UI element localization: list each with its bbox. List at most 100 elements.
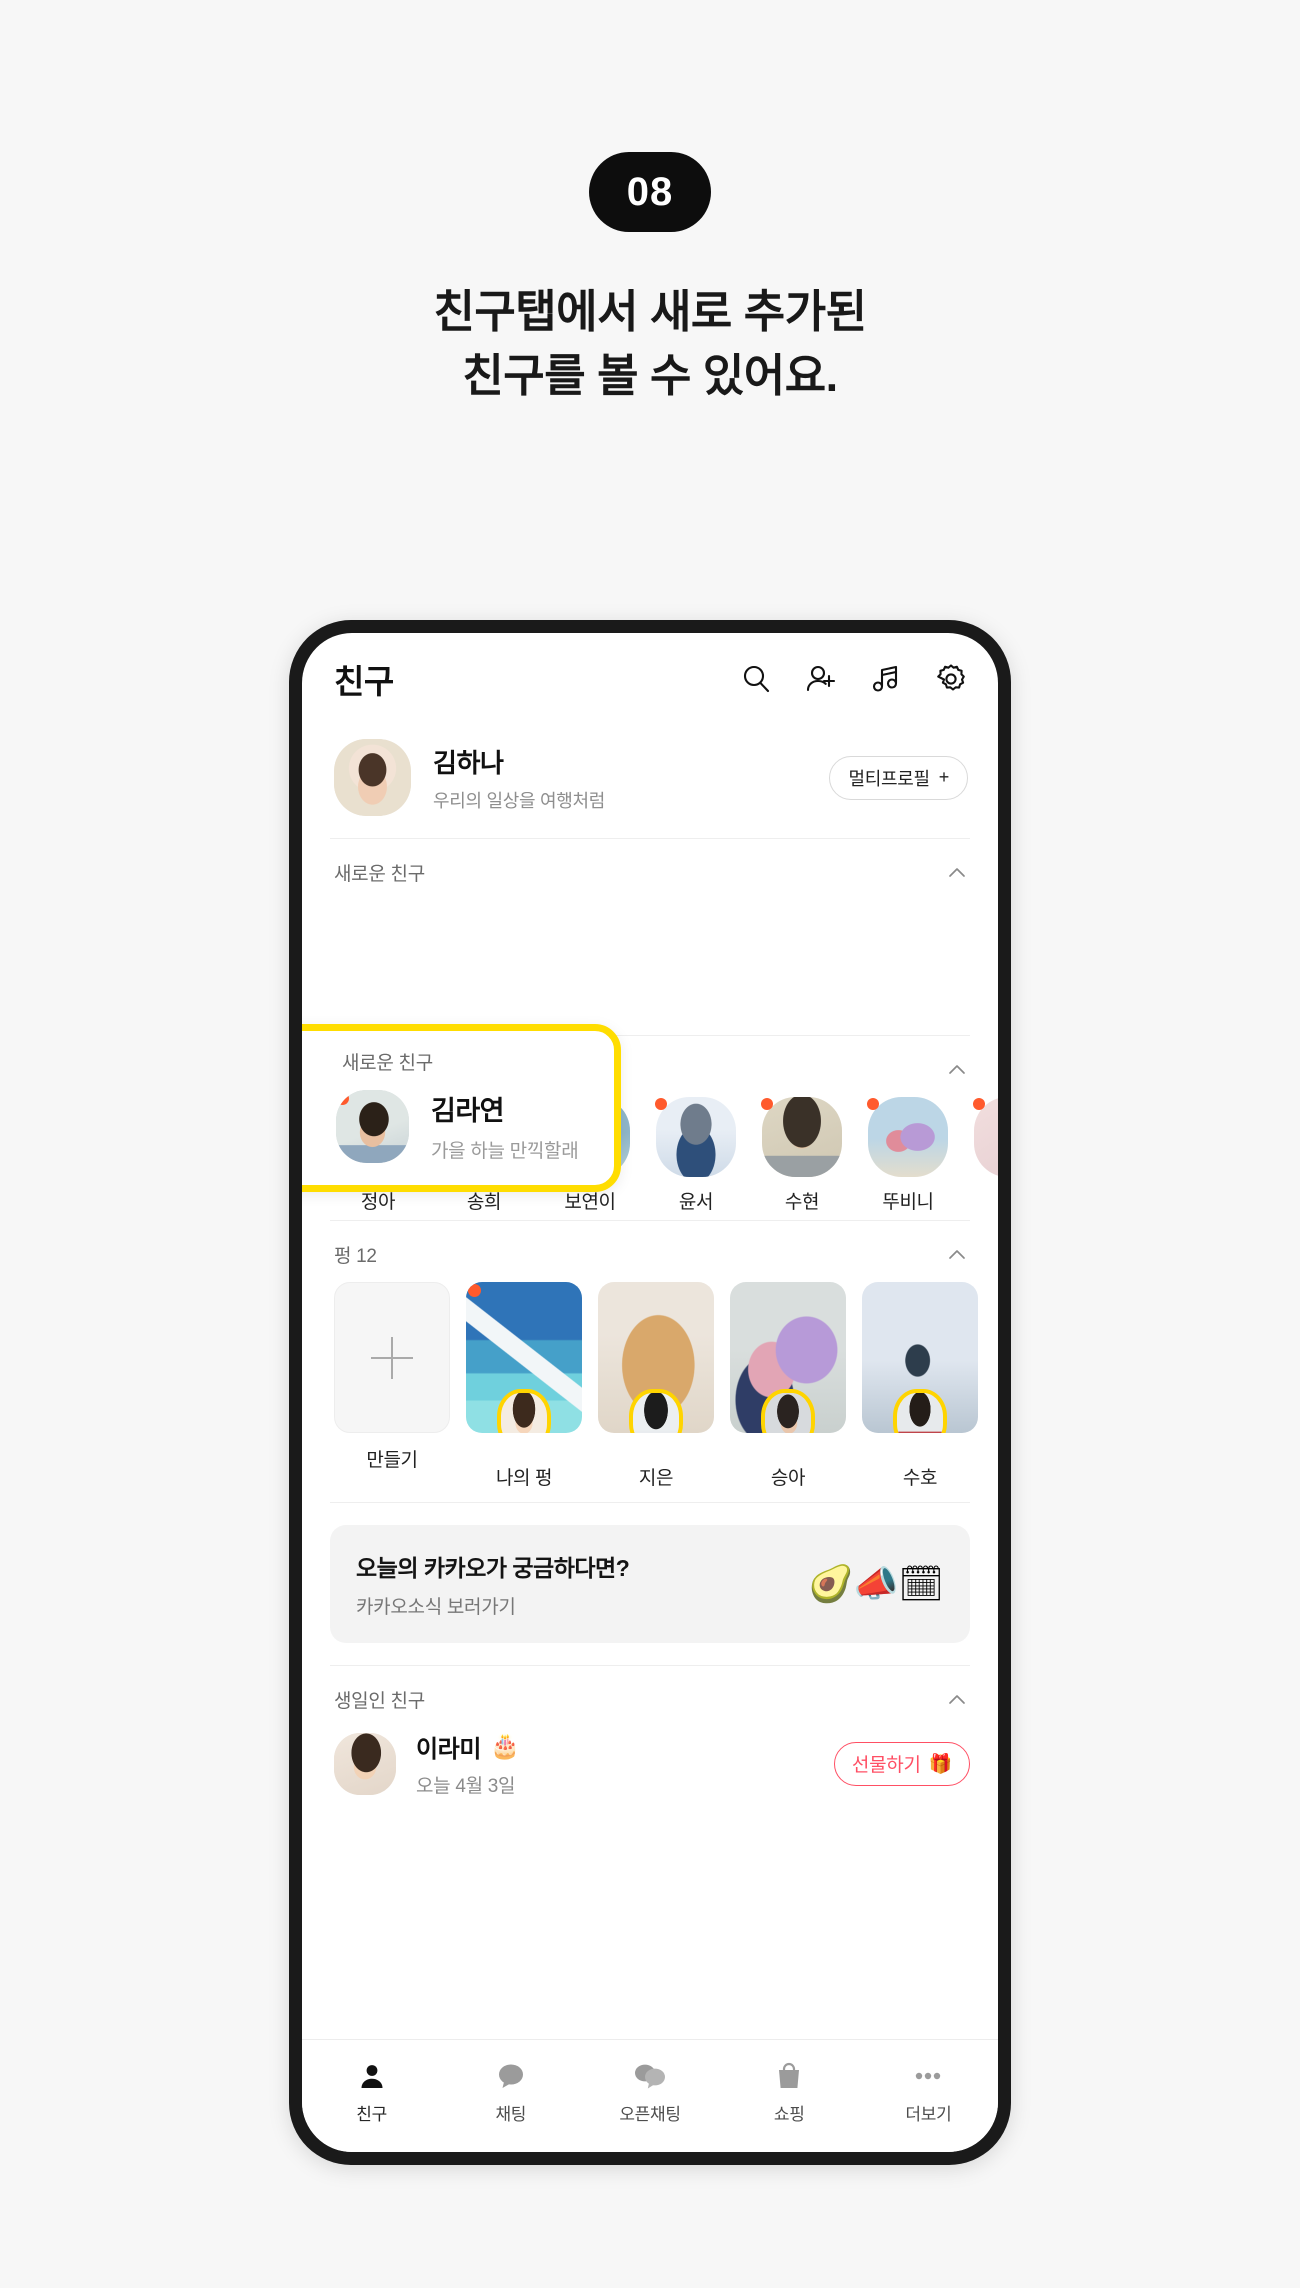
- nav-label: 더보기: [905, 2105, 952, 2124]
- peng-create-card[interactable]: [334, 1282, 450, 1433]
- nav-item-openchat[interactable]: 오픈채팅: [580, 2059, 719, 2125]
- peng-item[interactable]: 지은: [598, 1282, 714, 1490]
- settings-icon[interactable]: [934, 662, 968, 696]
- new-friend-status: 가을 하늘 만끽할래: [431, 1141, 579, 1162]
- list-item-label: 수현: [784, 1192, 820, 1213]
- list-item[interactable]: 윤서: [652, 1097, 740, 1214]
- peng-item-label: 나의 펑: [495, 1468, 553, 1489]
- headline-line-1: 친구탭에서 새로 추가된: [433, 286, 867, 337]
- multi-profile-button[interactable]: 멀티프로필 +: [829, 755, 968, 800]
- chevron-up-icon[interactable]: [946, 1059, 968, 1081]
- birthday-section: 생일인 친구 이라미 🎂 오늘 4월 3일 선물하기 🎁: [302, 1666, 998, 1808]
- new-friends-title-highlight: 새로운 친구: [342, 1053, 433, 1074]
- list-item-label: 뚜비니: [882, 1192, 934, 1213]
- new-badge-dot: [867, 1098, 879, 1110]
- chevron-up-icon[interactable]: [946, 1244, 968, 1266]
- banner-title: 오늘의 카카오가 궁금하다면?: [356, 1555, 630, 1581]
- nav-label: 채팅: [495, 2105, 527, 2124]
- peng-card[interactable]: [598, 1282, 714, 1433]
- app-title: 친구: [334, 663, 394, 700]
- search-icon[interactable]: [739, 662, 773, 696]
- bottom-navigation: 친구 채팅 오픈채팅 쇼핑 더보기: [302, 2039, 998, 2152]
- banner-emoji-group: 🥑📣🗓: [808, 1563, 944, 1604]
- headline-line-2: 친구를 볼 수 있어요.: [462, 349, 838, 401]
- app-header: 친구: [302, 633, 998, 725]
- peng-card[interactable]: [730, 1282, 846, 1433]
- chat-bubble-icon: [441, 2059, 580, 2093]
- peng-item-label: 지은: [638, 1468, 674, 1489]
- open-chat-icon: [580, 2059, 719, 2093]
- nav-item-chat[interactable]: 채팅: [441, 2059, 580, 2125]
- peng-item[interactable]: 승아: [730, 1282, 846, 1490]
- peng-item[interactable]: 나의 펑: [466, 1282, 582, 1490]
- peng-item-label: 만들기: [366, 1450, 418, 1471]
- birthday-friend-name-wrap: 이라미 🎂: [416, 1729, 520, 1764]
- list-item[interactable]: 수현: [758, 1097, 846, 1214]
- avatar[interactable]: [336, 1089, 409, 1163]
- cake-icon: 🎂: [490, 1733, 520, 1760]
- plus-icon: +: [938, 767, 950, 787]
- new-badge-dot: [336, 1091, 349, 1105]
- new-friends-title: 새로운 친구: [334, 864, 425, 885]
- slide-number-badge: 08: [589, 152, 711, 232]
- avatar[interactable]: [868, 1097, 948, 1177]
- peng-item-label: 수호: [902, 1468, 938, 1489]
- new-friend-row[interactable]: 김라연 가을 하늘 만끽할래: [302, 1075, 614, 1163]
- peng-header[interactable]: 펑 12: [302, 1221, 998, 1278]
- avatar[interactable]: [334, 1732, 396, 1795]
- send-gift-label: 선물하기: [851, 1755, 921, 1776]
- peng-item[interactable]: 수호: [862, 1282, 978, 1490]
- music-icon[interactable]: [869, 662, 903, 696]
- nav-item-friends[interactable]: 친구: [302, 2059, 441, 2125]
- new-friends-header[interactable]: 새로운 친구: [302, 839, 998, 896]
- avatar[interactable]: [334, 739, 411, 816]
- more-dots-icon: [859, 2059, 998, 2093]
- banner-subtitle: 카카오소식 보러가기: [356, 1597, 516, 1618]
- birthday-title: 생일인 친구: [334, 1691, 425, 1712]
- peng-owner-avatar[interactable]: [893, 1389, 947, 1433]
- peng-card[interactable]: [862, 1282, 978, 1433]
- send-gift-button[interactable]: 선물하기 🎁: [833, 1741, 970, 1786]
- multi-profile-label: 멀티프로필: [848, 768, 930, 789]
- birthday-texts: 이라미 🎂 오늘 4월 3일: [416, 1729, 520, 1798]
- list-item[interactable]: [970, 1097, 998, 1214]
- birthday-friend-row[interactable]: 이라미 🎂 오늘 4월 3일 선물하기 🎁: [302, 1723, 998, 1808]
- shopping-bag-icon: [720, 2059, 859, 2093]
- divider: [330, 1502, 970, 1503]
- my-profile-texts: 김하나 우리의 일상을 여행처럼: [433, 743, 605, 813]
- peng-owner-avatar[interactable]: [497, 1389, 551, 1433]
- avatar[interactable]: [762, 1097, 842, 1177]
- peng-strip[interactable]: 만들기 나의 펑 지은 승아 수호: [302, 1278, 998, 1496]
- phone-screen: 친구 김하나 우리의 일상을 여행처럼 멀티프로필 + 새로운 친구 새로운 친…: [302, 633, 998, 2152]
- birthday-header[interactable]: 생일인 친구: [302, 1666, 998, 1723]
- my-profile-status: 우리의 일상을 여행처럼: [433, 790, 606, 811]
- chevron-up-icon[interactable]: [946, 1689, 968, 1711]
- new-friend-texts: 김라연 가을 하늘 만끽할래: [431, 1089, 579, 1163]
- peng-item-label: 승아: [770, 1468, 806, 1489]
- page-title: 친구탭에서 새로 추가된 친구를 볼 수 있어요.: [0, 280, 1300, 408]
- peng-create-item[interactable]: 만들기: [334, 1282, 450, 1490]
- nav-item-more[interactable]: 더보기: [859, 2059, 998, 2125]
- peng-title: 펑 12: [334, 1246, 377, 1267]
- new-friend-name: 김라연: [431, 1096, 505, 1126]
- nav-label: 오픈채팅: [619, 2105, 681, 2124]
- kakao-news-banner[interactable]: 오늘의 카카오가 궁금하다면? 카카오소식 보러가기 🥑📣🗓: [330, 1525, 970, 1643]
- new-friends-section: 새로운 친구 새로운 친구 김라연 가을 하늘 만끽할래: [302, 839, 998, 1192]
- add-friend-icon[interactable]: [804, 662, 838, 696]
- my-profile-row[interactable]: 김하나 우리의 일상을 여행처럼 멀티프로필 +: [302, 725, 998, 838]
- phone-mockup: 친구 김하나 우리의 일상을 여행처럼 멀티프로필 + 새로운 친구 새로운 친…: [289, 620, 1011, 2165]
- new-badge-dot: [761, 1098, 773, 1110]
- list-item[interactable]: 뚜비니: [864, 1097, 952, 1214]
- list-item-label: 윤서: [678, 1192, 714, 1213]
- nav-label: 쇼핑: [773, 2105, 805, 2124]
- peng-card[interactable]: [466, 1282, 582, 1433]
- peng-owner-avatar[interactable]: [629, 1389, 683, 1433]
- avatar[interactable]: [656, 1097, 736, 1177]
- nav-item-shopping[interactable]: 쇼핑: [720, 2059, 859, 2125]
- new-friend-highlight-callout: 새로운 친구 김라연 가을 하늘 만끽할래: [302, 1024, 621, 1192]
- birthday-friend-name: 이라미: [416, 1736, 482, 1763]
- nav-label: 친구: [356, 2105, 387, 2124]
- peng-owner-avatar[interactable]: [761, 1389, 815, 1433]
- chevron-up-icon[interactable]: [946, 862, 968, 884]
- plus-icon: [371, 1336, 413, 1379]
